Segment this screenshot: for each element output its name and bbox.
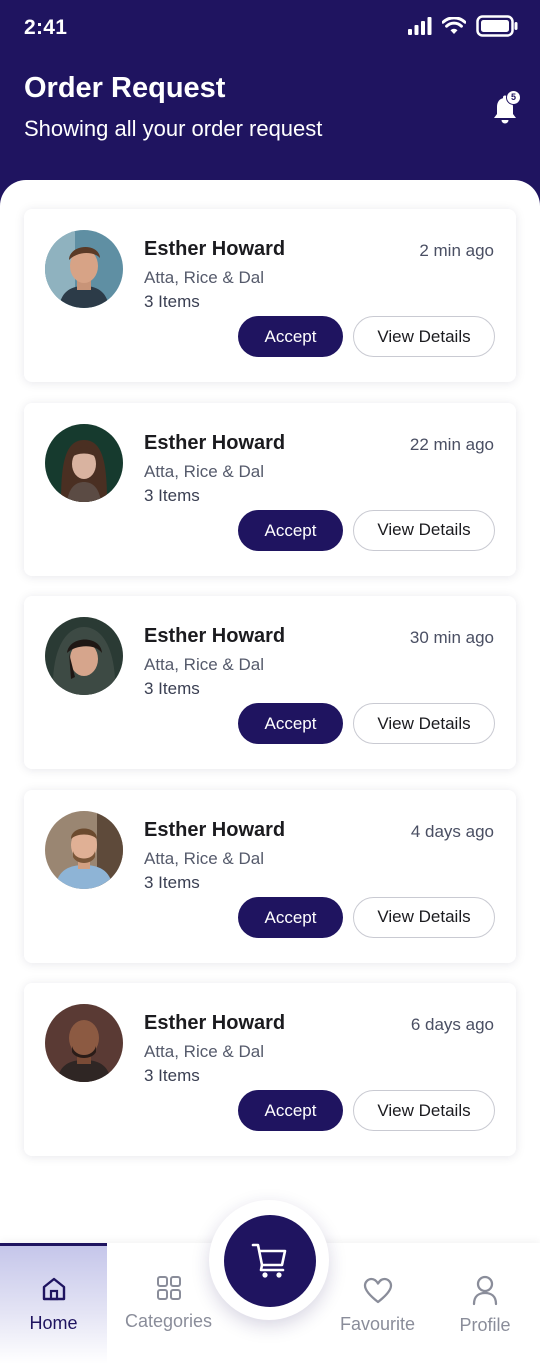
cart-button[interactable] [224, 1215, 316, 1307]
user-icon [472, 1275, 498, 1306]
order-time: 30 min ago [409, 628, 494, 647]
order-list: Esther Howard 2 min ago Atta, Rice & Dal… [24, 209, 516, 1177]
order-products: Atta, Rice & Dal [144, 461, 264, 481]
avatar [45, 810, 123, 889]
order-card: Esther Howard 6 days ago Atta, Rice & Da… [24, 983, 516, 1156]
status-bar: 2:41 [0, 0, 540, 58]
wifi-icon [442, 17, 466, 34]
notification-badge: 5 [506, 90, 521, 105]
accept-button[interactable]: Accept [238, 896, 343, 938]
customer-name: Esther Howard [144, 431, 286, 454]
customer-name: Esther Howard [144, 238, 286, 260]
nav-item-profile[interactable]: Profile [430, 1243, 540, 1364]
header: Order Request Showing all your order req… [0, 58, 540, 188]
avatar [45, 423, 123, 502]
notification-button[interactable]: 5 [492, 90, 521, 126]
nav-item-favourite[interactable]: Favourite [325, 1243, 430, 1364]
order-item-count: 3 Items [144, 292, 200, 311]
order-time: 4 days ago [410, 821, 494, 841]
order-products: Atta, Rice & Dal [144, 655, 264, 674]
order-card: Esther Howard 30 min ago Atta, Rice & Da… [24, 596, 516, 769]
order-products: Atta, Rice & Dal [144, 1042, 264, 1061]
order-card: Esther Howard 2 min ago Atta, Rice & Dal… [24, 209, 516, 382]
nav-label-favourite: Favourite [339, 1314, 416, 1334]
order-products: Atta, Rice & Dal [144, 268, 264, 287]
order-card: Esther Howard 22 min ago Atta, Rice & Da… [24, 402, 516, 576]
page-title: Order Request [24, 72, 226, 104]
avatar [45, 1004, 123, 1082]
order-time: 6 days ago [410, 1015, 494, 1034]
cart-icon [251, 1243, 287, 1278]
order-item-count: 3 Items [144, 679, 200, 698]
nav-label-categories: Categories [124, 1311, 213, 1331]
grid-icon [156, 1276, 181, 1300]
order-item-count: 3 Items [144, 485, 200, 505]
page-subtitle: Showing all your order request [24, 116, 323, 141]
accept-button[interactable]: Accept [238, 703, 343, 744]
customer-name: Esther Howard [144, 818, 286, 841]
status-time: 2:41 [24, 16, 68, 39]
nav-label-profile: Profile [459, 1315, 511, 1335]
order-item-count: 3 Items [144, 872, 200, 892]
accept-button[interactable]: Accept [238, 1090, 343, 1131]
order-time: 22 min ago [409, 434, 494, 454]
view-details-button[interactable]: View Details [353, 1090, 495, 1131]
view-details-button[interactable]: View Details [353, 316, 495, 357]
view-details-button[interactable]: View Details [353, 896, 495, 938]
order-time: 2 min ago [419, 241, 494, 260]
customer-name: Esther Howard [144, 625, 286, 647]
order-request-screen: 2:41 Order Request Showing all your orde [0, 0, 540, 1364]
avatar [45, 230, 123, 308]
heart-icon [363, 1277, 392, 1304]
signal-icon [408, 17, 432, 35]
nav-item-home[interactable]: Home [0, 1243, 107, 1364]
avatar [45, 617, 123, 695]
accept-button[interactable]: Accept [238, 316, 343, 357]
order-item-count: 3 Items [144, 1066, 200, 1085]
nav-label-home: Home [29, 1313, 78, 1333]
order-products: Atta, Rice & Dal [144, 848, 264, 868]
home-icon [42, 1277, 65, 1301]
battery-icon [476, 15, 518, 37]
view-details-button[interactable]: View Details [353, 509, 495, 551]
content-sheet: Esther Howard 2 min ago Atta, Rice & Dal… [0, 180, 540, 1364]
customer-name: Esther Howard [144, 1012, 286, 1034]
accept-button[interactable]: Accept [238, 509, 343, 551]
order-card: Esther Howard 4 days ago Atta, Rice & Da… [24, 789, 516, 963]
status-icons [408, 15, 518, 37]
view-details-button[interactable]: View Details [353, 703, 495, 744]
